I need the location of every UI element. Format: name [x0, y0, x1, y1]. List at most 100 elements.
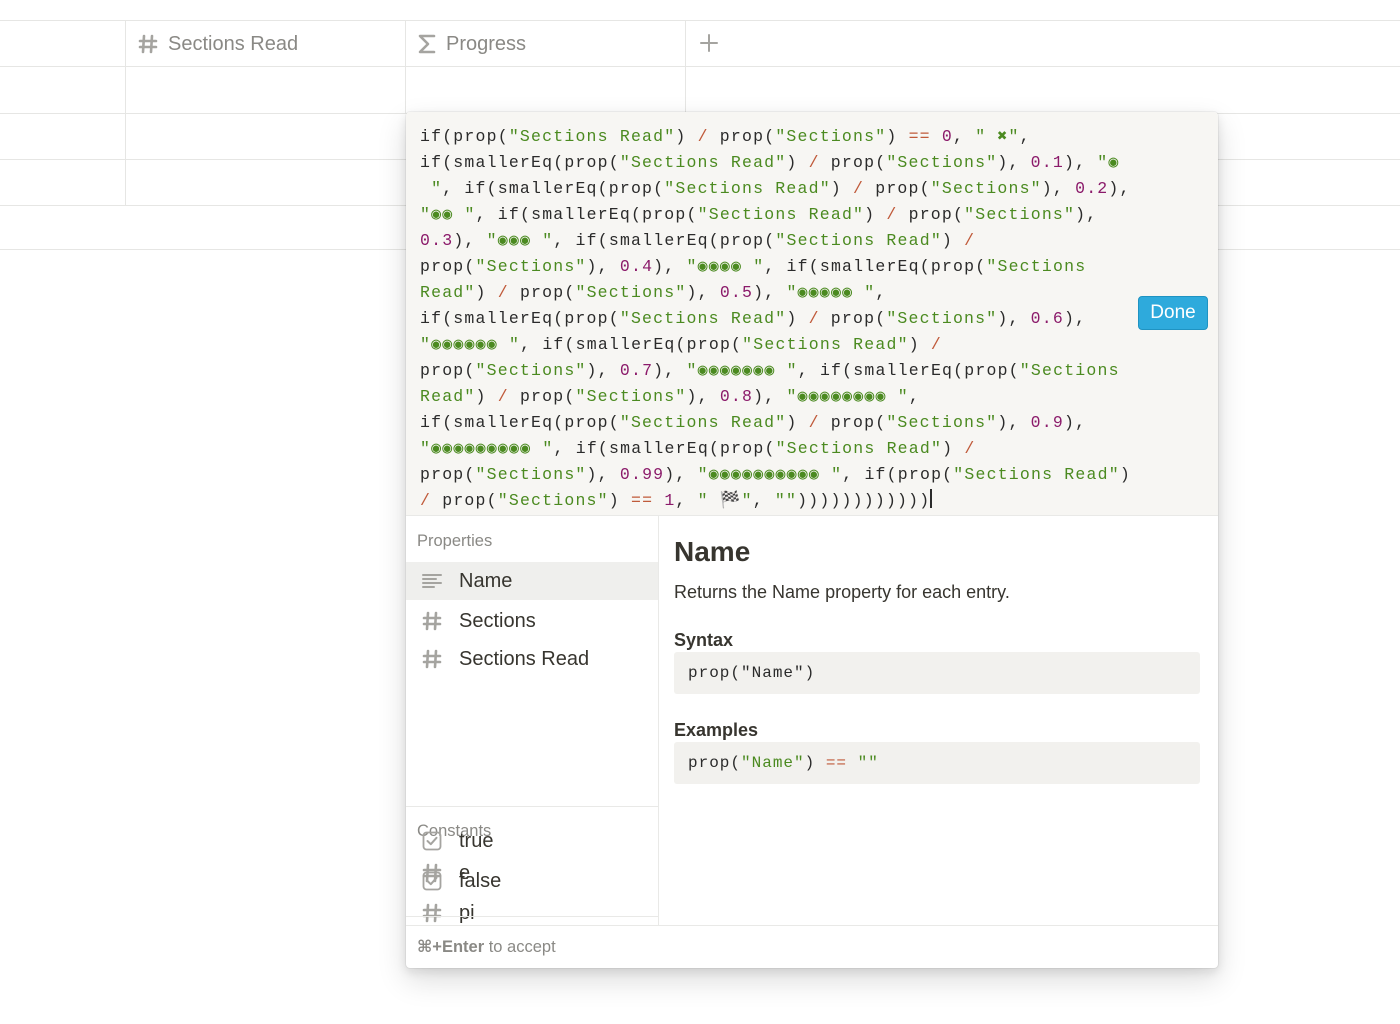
formula-token: ), — [653, 257, 687, 276]
formula-token: , — [1019, 127, 1031, 146]
formula-token: "Sections" — [775, 127, 887, 146]
formula-token: prop( — [708, 127, 776, 146]
formula-token: 0.4 — [619, 257, 654, 276]
formula-token: ), — [664, 465, 698, 484]
formula-token: " ✖" — [975, 127, 1020, 146]
table-border — [0, 66, 1400, 67]
formula-line: "◉◉◉◉◉◉◉◉◉ ", if(smallerEq(prop("Section… — [420, 436, 1132, 462]
formula-token: , — [675, 491, 698, 510]
formula-line: ", if(smallerEq(prop("Sections Read") / … — [420, 176, 1132, 202]
add-column-button[interactable] — [697, 31, 721, 55]
formula-token: prop( — [864, 179, 931, 198]
formula-token: , if(prop( — [842, 465, 954, 484]
formula-token: , — [752, 491, 775, 510]
formula-input-area[interactable]: if(prop("Sections Read") / prop("Section… — [406, 112, 1218, 516]
formula-token: 1 — [664, 491, 676, 510]
formula-token: 0.7 — [619, 361, 654, 380]
formula-token: / — [808, 153, 820, 172]
formula-line: "◉◉◉◉◉◉ ", if(smallerEq(prop("Sections R… — [420, 332, 1132, 358]
formula-token: / — [808, 309, 820, 328]
footer-hint: ⌘+Enter to accept — [406, 925, 1218, 968]
formula-line: prop("Sections"), 0.99), "◉◉◉◉◉◉◉◉◉◉ ", … — [420, 462, 1132, 488]
done-button[interactable]: Done — [1138, 296, 1208, 330]
formula-token: ), — [586, 257, 620, 276]
formula-line: Read") / prop("Sections"), 0.8), "◉◉◉◉◉◉… — [420, 384, 1132, 410]
hash-icon — [138, 34, 158, 54]
formula-token: "Sections" — [886, 413, 998, 432]
formula-token: ), — [1063, 309, 1087, 328]
column-header-label: Progress — [446, 32, 527, 55]
formula-token: 0.6 — [1030, 309, 1064, 328]
formula-token: / — [420, 491, 432, 510]
formula-token: , — [953, 127, 976, 146]
formula-token: "Sections Read" — [619, 153, 787, 172]
formula-token: "◉◉ " — [420, 205, 476, 224]
property-item-label: Sections Read — [459, 647, 590, 670]
formula-token: ) — [608, 491, 631, 510]
formula-token: / — [697, 127, 709, 146]
formula-token: ) — [786, 413, 809, 432]
property-item-sections[interactable]: Sections — [406, 602, 658, 640]
column-header-sections-read[interactable]: Sections Read — [138, 22, 298, 66]
formula-token: prop( — [897, 205, 965, 224]
formula-token: / — [964, 439, 976, 458]
formula-token: ), — [686, 387, 720, 406]
formula-token: / — [808, 413, 820, 432]
hash-icon — [421, 610, 443, 632]
example-code: prop("Name") == "" — [674, 742, 1200, 784]
text-cursor — [930, 489, 933, 508]
formula-line: prop("Sections"), 0.4), "◉◉◉◉ ", if(smal… — [420, 254, 1132, 280]
examples-heading: Examples — [674, 720, 759, 740]
formula-token: "◉◉◉ " — [486, 231, 554, 250]
formula-token: ) — [786, 309, 809, 328]
column-header-progress[interactable]: Progress — [418, 22, 526, 66]
formula-token: 0 — [941, 127, 953, 146]
formula-token: prop( — [431, 491, 498, 510]
formula-token: == — [630, 491, 654, 510]
formula-token: Read" — [420, 387, 476, 406]
shortcut-key: ⌘+Enter — [417, 938, 485, 956]
formula-token: / — [930, 335, 943, 354]
formula-token: / — [886, 205, 898, 224]
formula-token: prop( — [420, 361, 476, 380]
example-code-close: ) — [804, 754, 826, 772]
formula-token: , if(smallerEq(prop( — [553, 439, 776, 458]
help-title: Name — [674, 536, 751, 567]
formula-token: "Sections" — [886, 153, 998, 172]
syntax-code: prop("Name") — [674, 652, 1200, 694]
formula-token: prop( — [819, 153, 887, 172]
formula-token: 0.8 — [719, 387, 754, 406]
property-item-name[interactable]: Name — [406, 562, 658, 600]
formula-token: ) — [475, 387, 498, 406]
formula-token — [931, 127, 942, 146]
formula-token: ) — [475, 283, 498, 302]
formula-token: 0.2 — [1075, 179, 1109, 198]
formula-token: 0.3 — [420, 231, 454, 250]
formula-token: / — [497, 283, 509, 302]
section-divider — [406, 806, 658, 807]
formula-token: "◉◉◉◉◉◉◉◉◉◉ " — [697, 465, 843, 484]
column-header-label: Sections Read — [168, 32, 299, 55]
formula-token: "◉◉◉◉◉◉◉ " — [686, 361, 798, 380]
formula-token: ), — [686, 283, 720, 302]
formula-token: prop( — [508, 283, 576, 302]
footer-text: to accept — [484, 937, 556, 956]
property-item-label: Name — [459, 569, 513, 592]
formula-token: ), — [997, 309, 1031, 328]
formula-token: if(smallerEq(prop( — [420, 153, 620, 172]
formula-token: , — [875, 283, 887, 302]
formula-token: "Sections" — [886, 309, 998, 328]
formula-token: ) — [908, 335, 931, 354]
formula-token: ) — [864, 205, 887, 224]
formula-token: ), — [1075, 205, 1098, 224]
formula-code[interactable]: if(prop("Sections Read") / prop("Section… — [420, 124, 1132, 514]
hash-icon — [421, 902, 443, 924]
formula-token: , if(smallerEq(prop( — [520, 335, 743, 354]
formula-token: prop( — [420, 257, 476, 276]
property-item-sections-read[interactable]: Sections Read — [406, 640, 658, 678]
formula-token: / — [497, 387, 509, 406]
sigma-icon — [418, 34, 436, 54]
formula-token: if(smallerEq(prop( — [420, 309, 620, 328]
constant-item-false[interactable]: false — [406, 862, 658, 900]
constant-item-true[interactable]: true — [406, 822, 658, 860]
